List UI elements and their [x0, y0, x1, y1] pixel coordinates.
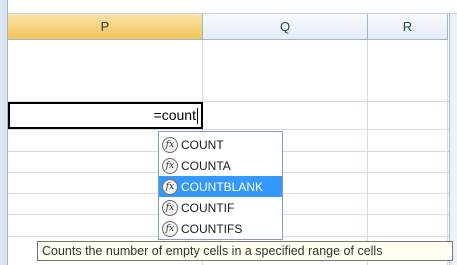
column-header-q[interactable]: Q	[203, 14, 368, 40]
autocomplete-item-countifs[interactable]: fx COUNTIFS	[159, 218, 282, 239]
autocomplete-item-label: COUNTIFS	[181, 221, 243, 236]
autocomplete-item-label: COUNTIF	[181, 200, 235, 215]
cell-formula-text: =count	[153, 107, 196, 123]
spreadsheet-view: P Q R =count fx COUNT fx COUNTA fx COUNT…	[0, 0, 457, 265]
autocomplete-item-count[interactable]: fx COUNT	[159, 134, 282, 155]
autocomplete-item-counta[interactable]: fx COUNTA	[159, 155, 282, 176]
autocomplete-item-countif[interactable]: fx COUNTIF	[159, 197, 282, 218]
gridline	[447, 40, 448, 265]
gridline	[8, 129, 457, 130]
function-tooltip: Counts the number of empty cells in a sp…	[37, 241, 453, 261]
active-cell-p[interactable]: =count	[8, 102, 203, 129]
right-edge	[449, 14, 457, 265]
autocomplete-item-label: COUNTBLANK	[181, 179, 264, 194]
column-header-p[interactable]: P	[8, 14, 203, 40]
text-cursor	[197, 108, 198, 125]
column-header-r[interactable]: R	[368, 14, 448, 40]
autocomplete-item-label: COUNTA	[181, 158, 231, 173]
row-header-strip	[0, 0, 8, 265]
function-icon: fx	[162, 220, 178, 237]
function-autocomplete-list: fx COUNT fx COUNTA fx COUNTBLANK fx COUN…	[158, 131, 283, 240]
autocomplete-item-countblank[interactable]: fx COUNTBLANK	[159, 176, 282, 197]
gridline	[367, 40, 368, 265]
top-edge	[8, 0, 457, 14]
column-header-row: P Q R	[8, 14, 457, 40]
function-icon: fx	[162, 178, 178, 195]
function-icon: fx	[162, 157, 178, 174]
autocomplete-item-label: COUNT	[181, 137, 224, 152]
function-icon: fx	[162, 136, 178, 153]
function-icon: fx	[162, 199, 178, 216]
